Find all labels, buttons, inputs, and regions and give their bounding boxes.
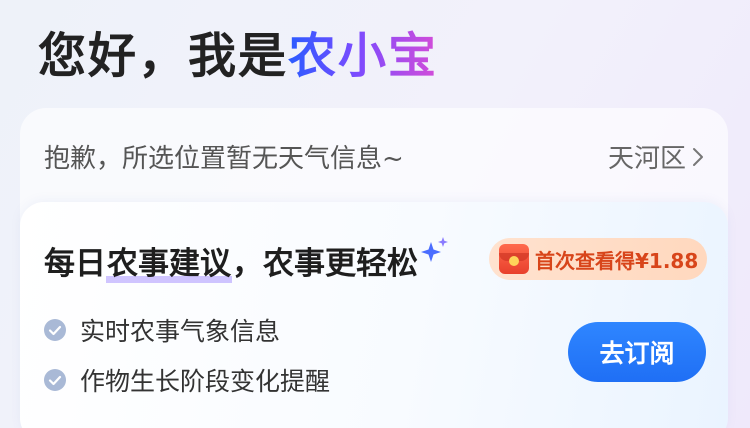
check-circle-icon — [44, 369, 66, 391]
feature-item: 实时农事气象信息 — [44, 312, 280, 348]
greeting-prefix: 您好，我是 — [38, 28, 289, 84]
farming-advice-card[interactable]: 每日 农事建议 ，农事更轻松 首次查看得¥1.88 实时农事气象信息 作物生长阶段变… — [20, 202, 728, 428]
sparkle-icon — [421, 236, 448, 262]
chevron-right-icon — [693, 147, 703, 166]
title-prefix: 每日 — [44, 246, 106, 282]
brand-name: 农小宝 — [288, 28, 439, 84]
feature-label: 实时农事气象信息 — [80, 317, 281, 346]
feature-label: 作物生长阶段变化提醒 — [80, 367, 331, 396]
location-label: 天河区 — [607, 144, 686, 174]
location-selector[interactable]: 天河区 — [608, 138, 704, 175]
weather-message: 抱歉，所选位置暂无天气信息~ — [44, 144, 404, 174]
title-highlight: 农事建议 — [106, 238, 232, 283]
check-circle-icon — [44, 319, 66, 341]
first-view-reward-badge[interactable]: 首次查看得¥1.88 — [489, 238, 707, 280]
subscribe-button[interactable]: 去订阅 — [568, 322, 706, 382]
red-envelope-icon — [499, 244, 529, 274]
greeting-title: 您好，我是农小宝 — [38, 24, 438, 88]
title-suffix: ，农事更轻松 — [232, 246, 418, 282]
reward-text: 首次查看得¥1.88 — [535, 248, 699, 273]
advice-title: 每日 农事建议 ，农事更轻松 — [44, 236, 450, 283]
feature-item: 作物生长阶段变化提醒 — [44, 362, 330, 398]
